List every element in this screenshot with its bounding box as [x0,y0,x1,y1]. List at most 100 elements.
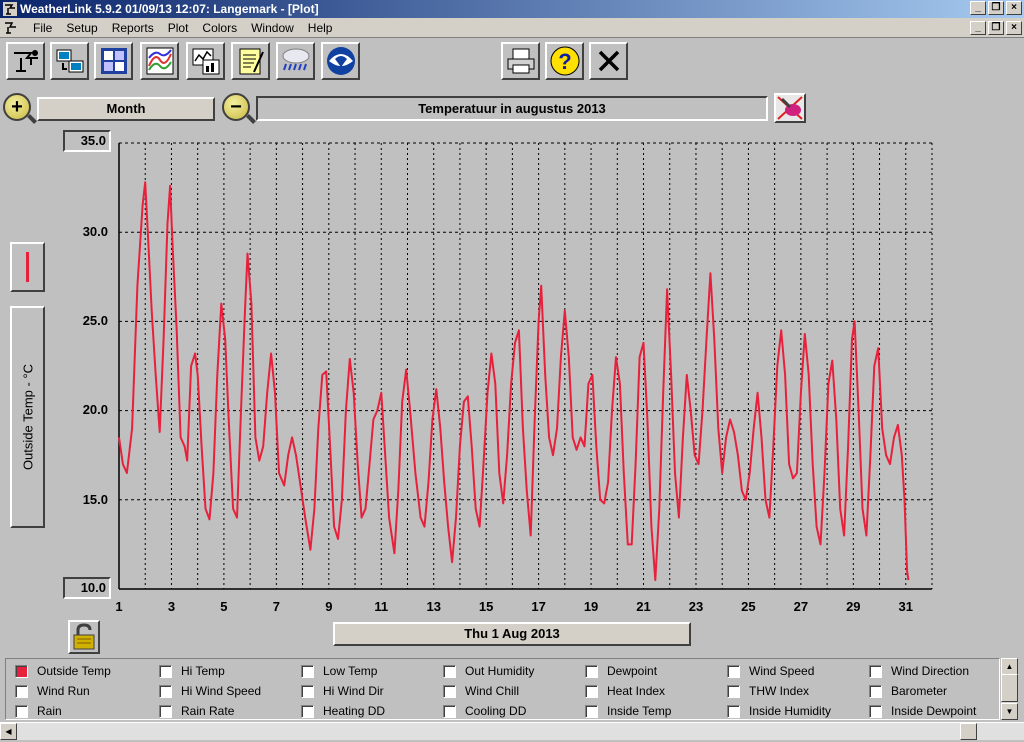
legend-item-label: Cooling DD [465,704,527,718]
y-max-box[interactable]: 35.0 [63,130,111,152]
svg-text:?: ? [558,49,571,74]
print-button[interactable] [501,42,540,80]
legend-item-rain[interactable]: Rain [15,703,62,719]
start-date[interactable]: Thu 1 Aug 2013 [333,622,691,646]
legend-item-dewpoint[interactable]: Dewpoint [585,663,657,679]
legend-item-label: Wind Direction [891,664,970,678]
help-button[interactable]: ? [545,42,584,80]
checkbox[interactable] [159,704,172,718]
zoom-in-button[interactable]: + [3,93,37,124]
checkbox[interactable] [159,684,172,698]
download-button[interactable] [50,42,89,80]
legend-item-inside-dewpoint[interactable]: Inside Dewpoint [869,703,976,719]
checkbox[interactable] [869,704,882,718]
x-tick-label: 3 [168,599,175,614]
close-window-button[interactable]: × [1006,1,1022,15]
bulletin-button[interactable] [94,42,133,80]
doc-restore-button[interactable]: ❐ [988,21,1004,35]
legend-scrollbar[interactable]: ▲ ▼ [1001,658,1018,720]
checkbox[interactable] [15,704,28,718]
scroll-down-icon[interactable]: ▼ [1001,703,1018,720]
menu-reports[interactable]: Reports [105,18,161,38]
x-tick-label: 29 [846,599,860,614]
doc-minimize-button[interactable]: _ [970,21,986,35]
period-selector[interactable]: Month [37,97,215,121]
doc-close-button[interactable]: × [1006,21,1022,35]
legend-item-inside-temp[interactable]: Inside Temp [585,703,671,719]
checkbox[interactable] [15,684,28,698]
checkbox[interactable] [443,664,456,678]
legend-item-hi-temp[interactable]: Hi Temp [159,663,225,679]
app-icon [3,2,17,16]
checkbox[interactable] [869,664,882,678]
menu-setup[interactable]: Setup [59,18,104,38]
checkbox[interactable] [159,664,172,678]
plot-title: Temperatuur in augustus 2013 [256,96,768,121]
y-tick-label: 15.0 [82,492,108,507]
checkbox[interactable] [301,684,314,698]
legend-item-label: Wind Speed [749,664,815,678]
legend-item-low-temp[interactable]: Low Temp [301,663,377,679]
x-tick-label: 1 [115,599,122,614]
checkbox[interactable] [15,664,28,678]
scroll-up-icon[interactable]: ▲ [1001,658,1018,675]
legend-item-barometer[interactable]: Barometer [869,683,947,699]
y-min-box[interactable]: 10.0 [63,577,111,599]
legend-item-cooling-dd[interactable]: Cooling DD [443,703,526,719]
plot-button[interactable] [186,42,225,80]
legend-item-wind-direction[interactable]: Wind Direction [869,663,969,679]
checkbox[interactable] [727,684,740,698]
checkbox[interactable] [443,684,456,698]
menu-colors[interactable]: Colors [195,18,244,38]
checkbox[interactable] [301,704,314,718]
series-line-icon [26,252,29,282]
menu-window[interactable]: Window [244,18,301,38]
legend-item-wind-chill[interactable]: Wind Chill [443,683,519,699]
legend-item-wind-speed[interactable]: Wind Speed [727,663,814,679]
legend-item-hi-wind-speed[interactable]: Hi Wind Speed [159,683,261,699]
legend-item-outside-temp[interactable]: Outside Temp [15,663,111,679]
checkbox[interactable] [585,704,598,718]
menu-help[interactable]: Help [301,18,340,38]
plot-color-button[interactable] [774,93,806,123]
legend-item-rain-rate[interactable]: Rain Rate [159,703,234,719]
checkbox[interactable] [585,684,598,698]
legend-item-hi-wind-dir[interactable]: Hi Wind Dir [301,683,384,699]
scroll-thumb[interactable] [1001,674,1018,702]
menu-plot[interactable]: Plot [161,18,196,38]
legend-item-inside-humidity[interactable]: Inside Humidity [727,703,831,719]
checkbox[interactable] [585,664,598,678]
y-axis-label-box[interactable]: Outside Temp - °C [10,306,45,528]
scroll-right-area[interactable] [960,723,977,740]
station-button[interactable] [6,42,45,80]
noaa-button[interactable] [321,42,360,80]
summary-button[interactable] [140,42,179,80]
legend-item-wind-run[interactable]: Wind Run [15,683,90,699]
close-plot-button[interactable] [589,42,628,80]
lock-button[interactable] [68,620,100,654]
legend-item-out-humidity[interactable]: Out Humidity [443,663,534,679]
legend-item-label: Inside Temp [607,704,672,718]
x-axis-ticks: 1 3 5 7 9 11 13 15 17 19 21 23 25 27 29 31 [115,599,913,614]
document-icon[interactable] [4,21,18,35]
zoom-out-button[interactable]: − [222,93,256,124]
checkbox[interactable] [301,664,314,678]
series-color-swatch[interactable] [10,242,45,292]
notes-button[interactable] [231,42,270,80]
checkbox[interactable] [727,704,740,718]
minimize-button[interactable]: _ [970,1,986,15]
restore-button[interactable]: ❐ [988,1,1004,15]
checkbox[interactable] [869,684,882,698]
menu-file[interactable]: File [26,18,59,38]
toolbar: ? [0,39,1024,87]
paint-icon [777,96,803,120]
checkbox[interactable] [727,664,740,678]
legend-item-heating-dd[interactable]: Heating DD [301,703,385,719]
legend-item-thw-index[interactable]: THW Index [727,683,809,699]
horizontal-scrollbar[interactable]: ◀ [0,722,1024,740]
scroll-left-icon[interactable]: ◀ [0,723,17,740]
legend-item-heat-index[interactable]: Heat Index [585,683,665,699]
download-icon [56,49,83,73]
weather-button[interactable] [276,42,315,80]
checkbox[interactable] [443,704,456,718]
